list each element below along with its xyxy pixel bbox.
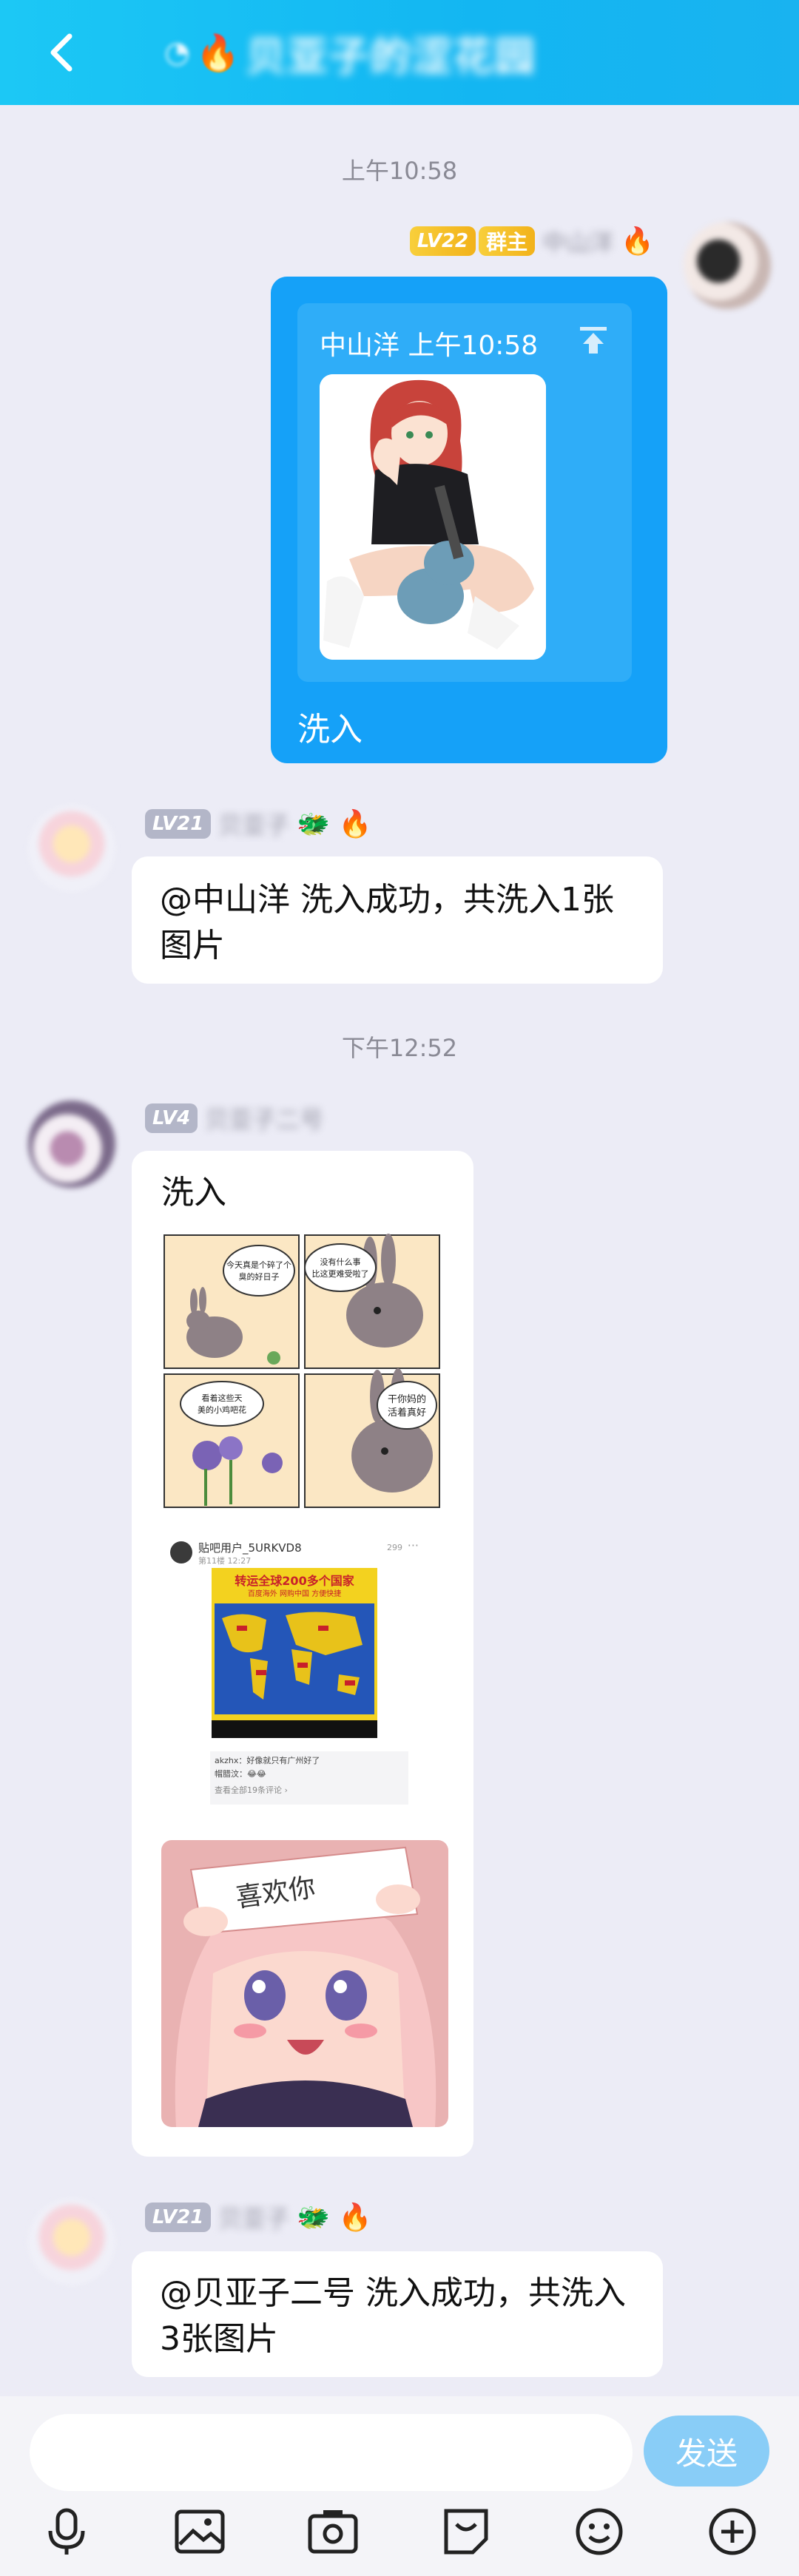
plus-icon[interactable] <box>703 2506 762 2558</box>
sender-name: 贝亚子 <box>218 2205 290 2233</box>
avatar <box>170 1541 192 1563</box>
svg-text:干你妈的: 干你妈的 <box>388 1393 426 1405</box>
message-text: 洗入 <box>161 1174 226 1211</box>
poster-subtitle: 百度海外 网购中国 方便快捷 <box>247 1590 342 1598</box>
comment: akzhx：好像就只有广州好了 <box>215 1756 320 1765</box>
level-badge: LV4 <box>145 1103 198 1133</box>
avatar[interactable] <box>28 2198 115 2285</box>
avatar[interactable] <box>684 222 771 309</box>
image-message-bubble[interactable]: 洗入 今天真是个碎了个 臭的好日子 没有什么事 比这更难受啦了 看着这些天 美的… <box>132 1151 473 2157</box>
comic-panels: 今天真是个碎了个 臭的好日子 没有什么事 比这更难受啦了 看着这些天 美的小鸡吧… <box>163 1234 441 1518</box>
send-button[interactable]: 发送 <box>644 2416 769 2487</box>
forwarded-image[interactable] <box>320 374 546 660</box>
world-map-icon <box>215 1603 374 1714</box>
message-bubble[interactable]: @中山洋 洗入成功，共洗入1张图片 <box>132 856 663 984</box>
anime-girl-guitar-image <box>320 374 546 660</box>
emoji-icon[interactable] <box>570 2506 629 2558</box>
svg-text:比这更难受啦了: 比这更难受啦了 <box>312 1268 369 1279</box>
level-badge: LV22 <box>409 226 476 256</box>
anime-girl-sign-image[interactable]: 喜欢你 <box>161 1840 448 2127</box>
status-icon: ◔ <box>164 36 190 70</box>
svg-text:没有什么事: 没有什么事 <box>320 1257 361 1267</box>
sender-name: 中山洋 <box>542 229 614 257</box>
svg-text:今天真是个碎了个: 今天真是个碎了个 <box>226 1260 291 1270</box>
svg-text:活着真好: 活着真好 <box>388 1407 426 1419</box>
timestamp: 下午12:52 <box>341 1034 458 1062</box>
chevron-left-icon <box>50 33 73 72</box>
pin-top-icon[interactable] <box>577 324 610 356</box>
level-badge: LV21 <box>145 809 212 839</box>
forwarded-card[interactable]: 中山洋 上午10:58 <box>297 303 632 682</box>
comment: 帽腊汶：😂😂 <box>215 1769 266 1779</box>
view-all-comments: 查看全部19条评论 › <box>215 1785 288 1795</box>
more-icon: ··· <box>407 1538 419 1552</box>
avatar[interactable] <box>28 1101 115 1188</box>
svg-text:看着这些天: 看着这些天 <box>202 1393 243 1403</box>
timestamp: 上午10:58 <box>341 157 458 185</box>
message-text: 洗入 <box>297 711 363 748</box>
poster-title: 转运全球200多个国家 <box>235 1574 354 1588</box>
sender-info: LV22 群主 中山洋 🔥 <box>409 222 654 260</box>
forward-header: 中山洋 上午10:58 <box>320 331 539 361</box>
message-text: @贝亚子二号 洗入成功，共洗入3张图片 <box>160 2274 626 2358</box>
image-icon[interactable] <box>170 2506 229 2558</box>
chat-title[interactable]: ◔ 🔥 贝亚子的涩花园 <box>164 27 536 80</box>
post-meta: 第11楼 12:27 <box>198 1556 252 1566</box>
forum-post-image[interactable]: 贴吧用户_5URKVD8 第11楼 12:27 299 ··· 转运全球200多… <box>163 1537 441 1809</box>
world-map-poster: 转运全球200多个国家 百度海外 网购中国 方便快捷 <box>212 1568 377 1738</box>
sender-info: LV21 贝亚子 🐲 🔥 <box>145 2198 371 2237</box>
back-button[interactable] <box>38 27 86 78</box>
level-badge: LV21 <box>145 2203 212 2232</box>
svg-text:美的小鸡吧花: 美的小鸡吧花 <box>198 1404 246 1415</box>
sender-info: LV4 贝亚子二号 <box>145 1099 323 1137</box>
message-text: @中山洋 洗入成功，共洗入1张图片 <box>160 881 614 964</box>
post-likes: 299 <box>387 1543 402 1552</box>
rabbit-comic-image[interactable]: 今天真是个碎了个 臭的好日子 没有什么事 比这更难受啦了 看着这些天 美的小鸡吧… <box>163 1234 441 1518</box>
sticker-icon[interactable] <box>436 2506 496 2558</box>
role-badge: 群主 <box>479 226 536 256</box>
sender-name: 贝亚子 <box>218 811 290 839</box>
forward-message-bubble[interactable]: 中山洋 上午10:58 洗入 <box>271 277 667 763</box>
svg-text:臭的好日子: 臭的好日子 <box>239 1271 280 1282</box>
poster-footer <box>212 1720 377 1738</box>
chat-header: ◔ 🔥 贝亚子的涩花园 <box>0 0 799 105</box>
fire-icon: 🔥 <box>621 226 654 257</box>
sender-name: 贝亚子二号 <box>205 1106 324 1134</box>
mic-icon[interactable] <box>37 2506 96 2558</box>
avatar[interactable] <box>28 805 115 892</box>
sender-info: LV21 贝亚子 🐲 🔥 <box>145 805 371 843</box>
group-name: 贝亚子的涩花园 <box>246 33 536 80</box>
post-username: 贴吧用户_5URKVD8 <box>198 1541 302 1555</box>
comment-box: akzhx：好像就只有广州好了 帽腊汶：😂😂 查看全部19条评论 › <box>210 1751 408 1805</box>
fire-icon: 🔥 <box>195 32 240 74</box>
dragon-fire-icons: 🐲 🔥 <box>297 2203 372 2233</box>
message-input[interactable] <box>30 2414 633 2491</box>
message-bubble[interactable]: @贝亚子二号 洗入成功，共洗入3张图片 <box>132 2251 663 2377</box>
camera-icon[interactable] <box>303 2506 363 2558</box>
dragon-fire-icons: 🐲 🔥 <box>297 809 372 839</box>
